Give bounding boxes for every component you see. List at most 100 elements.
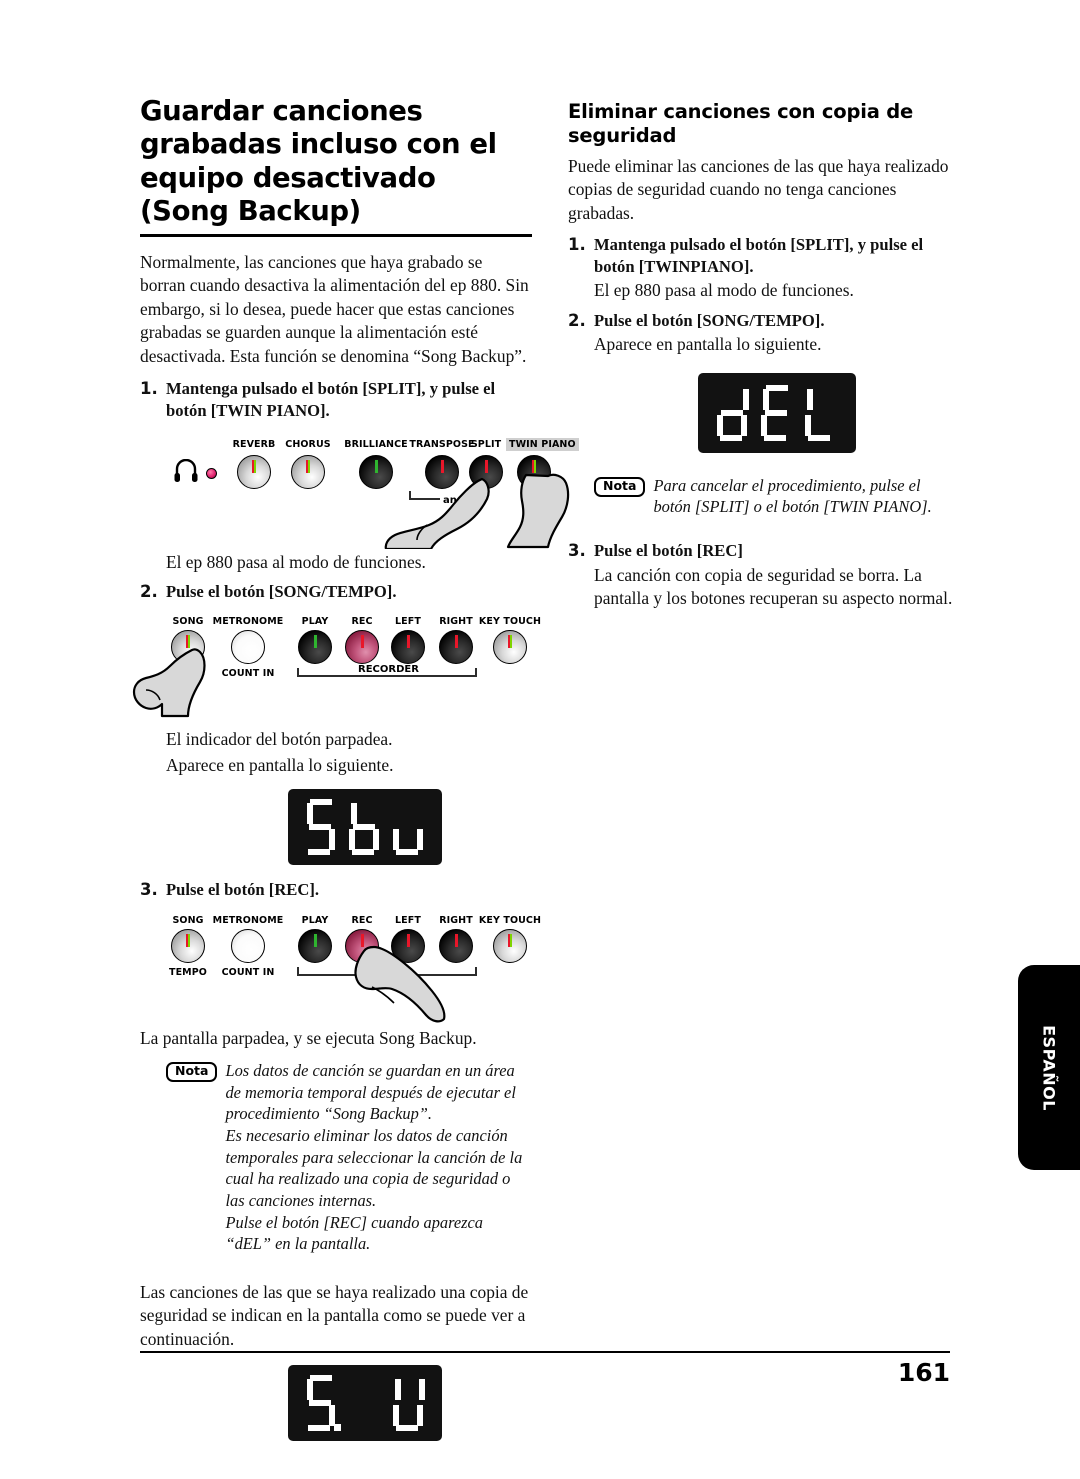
- power-led-indicator: [206, 468, 217, 480]
- left-intro-paragraph: Normalmente, las canciones que haya grab…: [140, 252, 529, 366]
- label-metronome-2: METRONOME: [212, 914, 284, 926]
- label-brilliance: BRILLIANCE: [344, 439, 408, 451]
- right-column: Eliminar canciones con copia de segurida…: [568, 100, 960, 621]
- label-rec-1: REC: [351, 616, 373, 628]
- hand-pressing-twin-piano-icon: [506, 473, 570, 549]
- knob-left-1[interactable]: [391, 630, 425, 665]
- lcd-display-su-wrap: [288, 1365, 532, 1442]
- right-step-2-sub: Aparece en pantalla lo siguiente.: [594, 334, 822, 355]
- right-intro-paragraph: Puede eliminar las canciones de las que …: [568, 155, 949, 223]
- hand-pressing-split-icon: [384, 478, 490, 550]
- right-nota-text: Para cancelar el procedimiento, pulse el…: [653, 475, 932, 517]
- seg-b: [348, 799, 382, 855]
- knob-metronome-1[interactable]: [231, 630, 265, 665]
- label-split: SPLIT: [470, 439, 502, 451]
- label-count-in-1: COUNT IN: [221, 668, 275, 680]
- left-step-1-sub: El ep 880 pasa al modo de funciones.: [166, 552, 426, 573]
- label-chorus: CHORUS: [285, 439, 331, 451]
- left-step-2-number: 2.: [140, 581, 158, 601]
- label-song-1: SONG: [172, 616, 204, 628]
- left-step-3-sub: La pantalla parpadea, y se ejecuta Song …: [140, 1027, 477, 1048]
- right-nota-block: Nota Para cancelar el procedimiento, pul…: [594, 475, 960, 518]
- nota-badge-right: Nota: [594, 476, 646, 497]
- seg-S-dot: [304, 1375, 341, 1432]
- headphones-icon: [174, 459, 198, 483]
- right-step-1-number: 1.: [568, 234, 586, 254]
- knob-key-touch-1[interactable]: [493, 630, 527, 665]
- right-step-2-lead: Pulse el botón [SONG/TEMPO].: [594, 310, 825, 330]
- seg-E: [760, 384, 794, 441]
- lcd-display-del-wrap: [698, 372, 960, 453]
- knob-chorus[interactable]: [291, 455, 325, 490]
- recorder-panel-illustration-1: SONG MPO METRONOME COUNT IN PLAY REC LEF…: [132, 614, 541, 718]
- label-left-1: LEFT: [395, 616, 421, 628]
- left-nota-line3: Pulse el botón [REC] cuando aparezca “dE…: [225, 1212, 483, 1254]
- label-count-in-2: COUNT IN: [221, 966, 275, 978]
- left-step-2: 2. Pulse el botón [SONG/TEMPO].: [140, 581, 532, 603]
- seg-U: [392, 1375, 426, 1432]
- label-key-touch-2: KEY TOUCH: [478, 914, 542, 926]
- left-nota-line2: Es necesario eliminar los datos de canci…: [225, 1126, 523, 1211]
- left-step-1-number: 1.: [140, 379, 158, 399]
- left-step-3-number: 3.: [140, 879, 158, 899]
- label-reverb: REVERB: [232, 439, 276, 451]
- right-step-3-lead: Pulse el botón [REC]: [594, 540, 743, 560]
- right-step-3-number: 3.: [568, 540, 586, 560]
- knob-metronome-2[interactable]: [231, 928, 265, 963]
- label-metronome-1: METRONOME: [212, 616, 284, 628]
- label-recorder-1: RECORDER: [355, 664, 422, 676]
- nota-badge-left: Nota: [166, 1062, 218, 1083]
- knob-key-touch-2[interactable]: [493, 928, 527, 963]
- label-play-1: PLAY: [301, 616, 329, 628]
- right-step-3: 3. Pulse el botón [REC]: [568, 540, 960, 562]
- title-rule: [140, 234, 532, 238]
- knob-rec-1[interactable]: [345, 630, 379, 665]
- left-step-2-sub1: El indicador del botón parpadea.: [166, 729, 393, 750]
- hand-pressing-rec-icon: [354, 945, 446, 1023]
- seg-u: [392, 799, 426, 855]
- label-play-2: PLAY: [301, 914, 329, 926]
- seg-S: [304, 798, 338, 855]
- right-section-title: Eliminar canciones con copia de segurida…: [568, 100, 914, 148]
- lcd-display-del: [698, 372, 856, 453]
- seg-L: [804, 385, 838, 441]
- knob-song-tempo-2[interactable]: [171, 928, 205, 963]
- seg-blank: [348, 1375, 382, 1431]
- right-step-1-sub: El ep 880 pasa al modo de funciones.: [594, 280, 854, 301]
- seg-d: [716, 385, 750, 441]
- language-tab-label: ESPAÑOL: [1039, 1024, 1059, 1111]
- right-step-2: 2. Pulse el botón [SONG/TEMPO].: [568, 310, 960, 332]
- footer-rule: [140, 1351, 950, 1353]
- hand-pressing-song-tempo-icon: [132, 648, 206, 718]
- label-rec-2: REC: [351, 914, 373, 926]
- label-tempo-2: TEMPO: [169, 966, 207, 978]
- right-step-1: 1. Mantenga pulsado el botón [SPLIT], y …: [568, 234, 960, 277]
- left-step-2-lead: Pulse el botón [SONG/TEMPO].: [166, 581, 397, 601]
- knob-right-1[interactable]: [439, 630, 473, 665]
- recorder-panel-illustration-2: SONG TEMPO METRONOME COUNT IN PLAY REC L…: [160, 913, 541, 1023]
- left-step-3: 3. Pulse el botón [REC].: [140, 879, 532, 901]
- document-page: Guardar canciones grabadas incluso con e…: [0, 0, 1080, 1479]
- control-panel-top-illustration: REVERB CHORUS BRILLIANCE TRANSPOSE SPLIT…: [162, 431, 579, 550]
- left-step-1-lead: Mantenga pulsado el botón [SPLIT], y pul…: [166, 379, 496, 420]
- right-step-3-sub: La canción con copia de seguridad se bor…: [594, 564, 953, 609]
- left-nota-block: Nota Los datos de canción se guardan en …: [166, 1060, 532, 1255]
- left-column: Guardar canciones grabadas incluso con e…: [132, 95, 579, 1442]
- lcd-display-sbu: [288, 788, 442, 865]
- label-key-touch-1: KEY TOUCH: [478, 616, 542, 628]
- label-song-2: SONG: [172, 914, 204, 926]
- knob-play-1[interactable]: [298, 630, 332, 665]
- page-number: 161: [897, 1358, 950, 1387]
- knob-play-2[interactable]: [298, 928, 332, 963]
- knob-reverb[interactable]: [237, 455, 271, 490]
- lcd-display-su: [288, 1365, 442, 1442]
- left-step-2-sub2: Aparece en pantalla lo siguiente.: [166, 754, 394, 775]
- left-nota-line1: Los datos de canción se guardan en un ár…: [225, 1061, 516, 1124]
- right-step-2-number: 2.: [568, 310, 586, 330]
- lcd-display-sbu-wrap: [288, 788, 532, 865]
- right-step-1-lead: Mantenga pulsado el botón [SPLIT], y pul…: [594, 234, 924, 276]
- left-step-3-lead: Pulse el botón [REC].: [166, 879, 320, 899]
- left-step-1: 1. Mantenga pulsado el botón [SPLIT], y …: [140, 378, 532, 421]
- label-left-2: LEFT: [395, 914, 421, 926]
- left-closing-paragraph: Las canciones de las que se haya realiza…: [140, 1282, 529, 1349]
